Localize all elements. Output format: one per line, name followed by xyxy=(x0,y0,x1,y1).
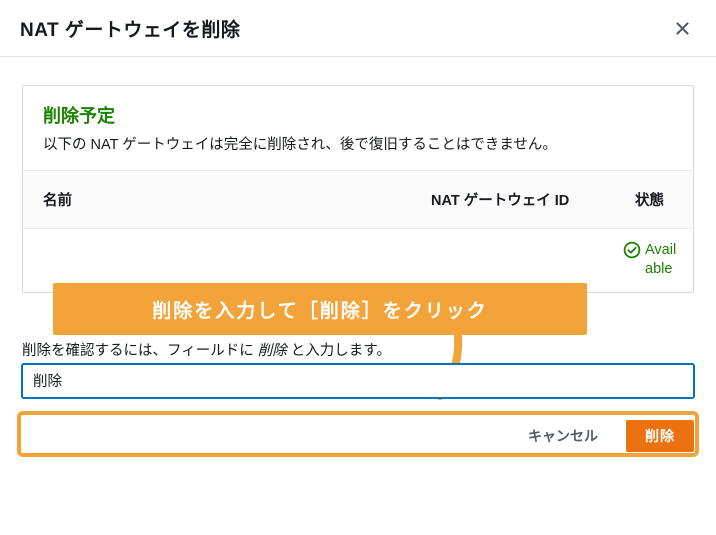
table-header-name: 名前 xyxy=(23,171,411,228)
check-circle-icon xyxy=(623,241,641,259)
panel-description: 以下の NAT ゲートウェイは完全に削除され、後で復旧することはできません。 xyxy=(43,134,673,156)
confirm-label-prefix: 削除を確認するには、フィールドに xyxy=(22,343,258,359)
annotation-text: 削除を入力して［削除］をクリック xyxy=(152,296,487,323)
table-header-row: 名前 NAT ゲートウェイ ID 状態 xyxy=(23,170,693,229)
close-button[interactable] xyxy=(668,14,696,42)
status-badge: Available xyxy=(623,241,681,277)
confirm-label: 削除を確認するには、フィールドに 削除 と入力します。 xyxy=(22,339,694,360)
delete-button[interactable]: 削除 xyxy=(626,420,694,452)
table-header-state: 状態 xyxy=(615,171,693,228)
cell-nat-id xyxy=(411,229,615,265)
confirm-delete-input[interactable] xyxy=(22,364,694,398)
dialog-header: NAT ゲートウェイを削除 xyxy=(0,0,716,57)
nat-gateway-table: 名前 NAT ゲートウェイ ID 状態 Available xyxy=(23,170,693,291)
delete-nat-gateway-dialog: NAT ゲートウェイを削除 削除予定 以下の NAT ゲートウェイは完全に削除さ… xyxy=(0,0,716,535)
deletion-panel: 削除予定 以下の NAT ゲートウェイは完全に削除され、後で復旧することはできま… xyxy=(22,85,694,293)
cell-name xyxy=(23,229,411,257)
cell-state: Available xyxy=(615,229,693,291)
dialog-footer: キャンセル 削除 xyxy=(0,398,716,452)
confirm-section: 削除を確認するには、フィールドに 削除 と入力します。 xyxy=(0,339,716,398)
dialog-body: 削除予定 以下の NAT ゲートウェイは完全に削除され、後で復旧することはできま… xyxy=(0,57,716,293)
table-header-nat-id: NAT ゲートウェイ ID xyxy=(411,171,615,228)
confirm-label-suffix: と入力します。 xyxy=(287,343,391,359)
annotation-callout: 削除を入力して［削除］をクリック xyxy=(53,283,587,335)
panel-heading: 削除予定 xyxy=(43,102,673,128)
close-icon xyxy=(675,21,690,36)
confirm-label-keyword: 削除 xyxy=(258,343,287,359)
status-label: Available xyxy=(645,241,681,277)
cancel-button[interactable]: キャンセル xyxy=(510,420,616,452)
dialog-title: NAT ゲートウェイを削除 xyxy=(20,15,240,42)
